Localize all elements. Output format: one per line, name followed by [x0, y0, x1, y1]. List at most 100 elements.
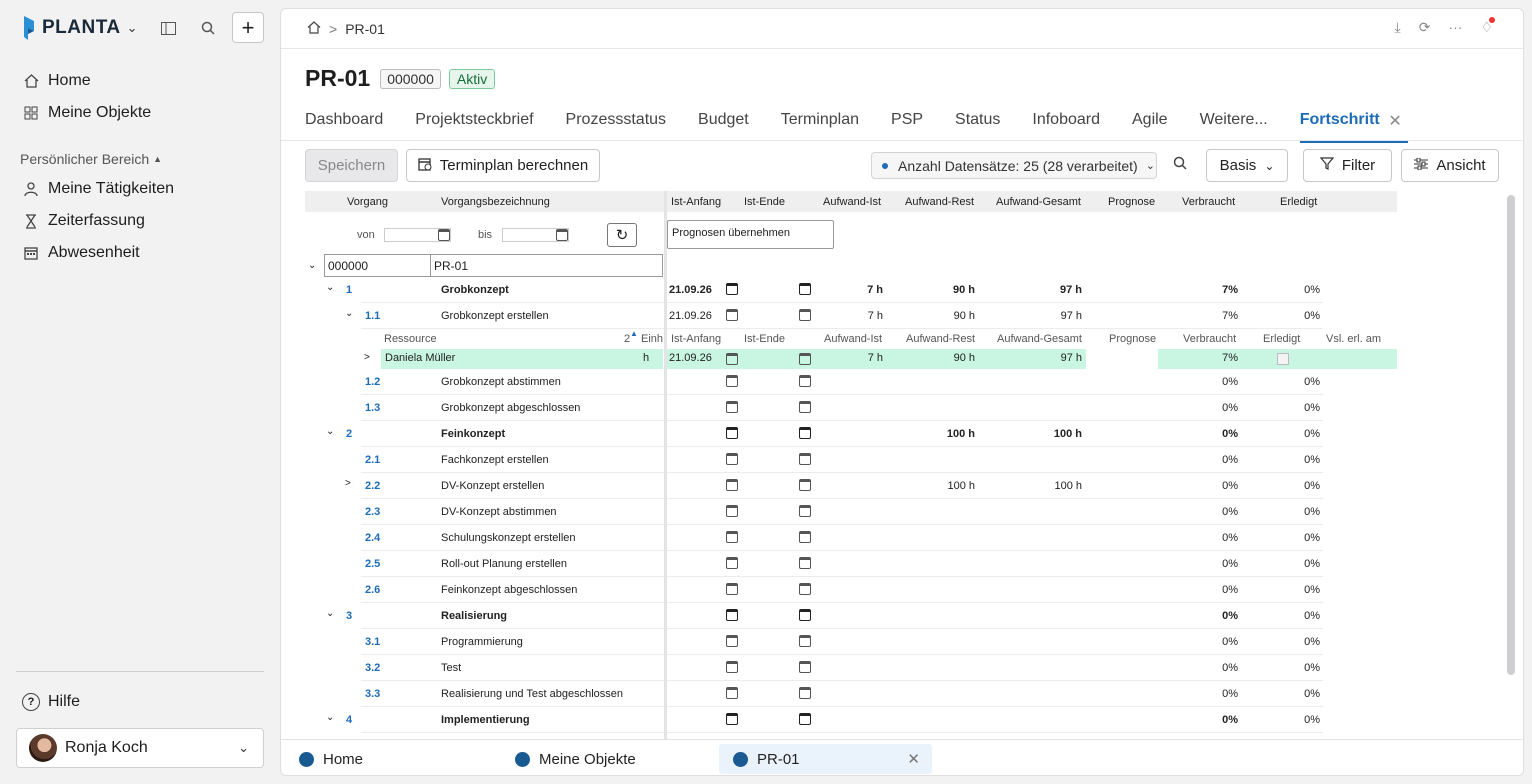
calendar-icon[interactable] [799, 531, 811, 543]
calendar-icon[interactable] [799, 609, 811, 621]
chevron-down-icon[interactable]: ⌄ [326, 426, 334, 437]
calendar-icon[interactable] [799, 283, 811, 295]
calendar-icon[interactable] [556, 229, 568, 241]
bottom-tab-home[interactable]: Home [299, 744, 363, 774]
save-button[interactable]: Speichern [305, 149, 398, 182]
chevron-down-icon[interactable]: ⌄ [326, 608, 334, 619]
resource-ist-anfang[interactable]: 21.09.26 [669, 352, 712, 364]
calendar-icon[interactable] [799, 505, 811, 517]
col-ist-anfang[interactable]: Ist-Anfang [671, 196, 721, 208]
table-row[interactable]: 2.5 Roll-out Planung erstellen 0% 0% [305, 551, 1397, 577]
table-row[interactable]: 3.1 Programmierung 0% 0% [305, 629, 1397, 655]
table-row[interactable]: 2.1 Fachkonzept erstellen 0% 0% [305, 447, 1397, 473]
table-row[interactable]: 2.3 DV-Konzept abstimmen 0% 0% [305, 499, 1397, 525]
search-icon[interactable] [1173, 156, 1187, 175]
calendar-icon[interactable] [726, 427, 738, 439]
calendar-icon[interactable] [799, 661, 811, 673]
tab-dashboard[interactable]: Dashboard [305, 111, 383, 141]
tab-terminplan[interactable]: Terminplan [781, 111, 859, 141]
res-col-aufwand-rest[interactable]: Aufwand-Rest [906, 333, 975, 345]
tab-psp[interactable]: PSP [891, 111, 923, 141]
col-erledigt[interactable]: Erledigt [1280, 196, 1317, 208]
nav-zeiterfassung[interactable]: Zeiterfassung [22, 209, 145, 233]
calendar-icon[interactable] [799, 583, 811, 595]
calendar-icon[interactable] [726, 505, 738, 517]
col-aufwand-ist[interactable]: Aufwand-Ist [823, 196, 881, 208]
basis-dropdown[interactable]: Basis ⌄ [1206, 149, 1288, 182]
chevron-down-icon[interactable]: ⌄ [127, 20, 138, 36]
table-row[interactable]: 1.2 Grobkonzept abstimmen 0% 0% [305, 369, 1397, 395]
personal-section-toggle[interactable]: Persönlicher Bereich ▲ [20, 151, 162, 167]
calc-schedule-button[interactable]: Terminplan berechnen [406, 149, 600, 182]
refresh-filter-button[interactable]: ↻ [607, 223, 637, 247]
calendar-icon[interactable] [726, 283, 738, 295]
refresh-icon[interactable]: ⟳ [1419, 19, 1431, 36]
download-icon[interactable]: ⤓ [1395, 19, 1401, 36]
tab-budget[interactable]: Budget [698, 111, 749, 141]
calendar-icon[interactable] [799, 713, 811, 725]
tab-projektsteckbrief[interactable]: Projektsteckbrief [415, 111, 533, 141]
calendar-icon[interactable] [726, 557, 738, 569]
calendar-icon[interactable] [799, 401, 811, 413]
table-row[interactable]: 2.6 Feinkonzept abgeschlossen 0% 0% [305, 577, 1397, 603]
pane-splitter[interactable] [664, 191, 667, 751]
calendar-icon[interactable] [726, 687, 738, 699]
calendar-icon[interactable] [726, 713, 738, 725]
chevron-down-icon[interactable]: ⌄ [308, 260, 316, 271]
help-link[interactable]: ? Hilfe [22, 693, 80, 711]
search-icon[interactable] [198, 18, 218, 38]
sidebar-toggle-icon[interactable] [158, 18, 178, 38]
filter-button[interactable]: Filter [1303, 149, 1392, 182]
view-button[interactable]: Ansicht [1401, 149, 1499, 182]
chevron-down-icon[interactable]: ⌄ [326, 282, 334, 293]
nav-abwesenheit[interactable]: Abwesenheit [22, 241, 140, 265]
res-col-einh[interactable]: Einh [641, 333, 663, 345]
res-col-ist-ende[interactable]: Ist-Ende [744, 333, 785, 345]
calendar-icon[interactable] [438, 229, 450, 241]
row-ist-anfang[interactable]: 21.09.26 [669, 310, 712, 322]
calendar-icon[interactable] [799, 557, 811, 569]
res-col-aufwand-ist[interactable]: Aufwand-Ist [824, 333, 882, 345]
table-row[interactable]: >2.2 DV-Konzept erstellen 100 h 100 h 0% 0% [305, 473, 1397, 499]
table-row[interactable]: 3.3 Realisierung und Test abgeschlossen 0%… [305, 681, 1397, 707]
close-icon[interactable]: ✕ [1388, 111, 1401, 131]
table-row[interactable]: ⌄ 1.1 Grobkonzept erstellen 21.09.26 7 h 90 h… [305, 303, 1397, 329]
calendar-icon[interactable] [799, 353, 811, 365]
col-verbraucht[interactable]: Verbraucht [1182, 196, 1235, 208]
table-row[interactable]: ⌄ 4 Implementierung 0% 0% [305, 707, 1397, 733]
tab-status[interactable]: Status [955, 111, 1000, 141]
res-col-prognose[interactable]: Prognose [1109, 333, 1156, 345]
add-button[interactable]: + [232, 12, 264, 43]
calendar-icon[interactable] [726, 479, 738, 491]
col-bezeichnung[interactable]: Vorgangsbezeichnung [441, 196, 550, 208]
scrollbar[interactable] [1507, 195, 1515, 675]
res-col-ressource[interactable]: Ressource [384, 333, 437, 345]
tab-weitere[interactable]: Weitere... [1200, 111, 1268, 141]
col-ist-ende[interactable]: Ist-Ende [744, 196, 785, 208]
col-aufwand-rest[interactable]: Aufwand-Rest [905, 196, 974, 208]
chevron-right-icon[interactable]: > [345, 478, 351, 489]
tab-prozessstatus[interactable]: Prozessstatus [566, 111, 666, 141]
nav-taetigkeiten[interactable]: Meine Tätigkeiten [22, 177, 174, 201]
table-row[interactable]: 2.4 Schulungskonzept erstellen 0% 0% [305, 525, 1397, 551]
table-row[interactable]: 3.2 Test 0% 0% [305, 655, 1397, 681]
nav-home[interactable]: Home [22, 69, 91, 93]
calendar-icon[interactable] [726, 531, 738, 543]
calendar-icon[interactable] [799, 375, 811, 387]
calendar-icon[interactable] [799, 687, 811, 699]
calendar-icon[interactable] [799, 309, 811, 321]
calendar-icon[interactable] [799, 427, 811, 439]
calendar-icon[interactable] [799, 453, 811, 465]
calendar-icon[interactable] [726, 453, 738, 465]
table-row[interactable]: ⌄ 2 Feinkonzept 100 h 100 h 0% 0% [305, 421, 1397, 447]
apply-forecast-button[interactable]: Prognosen übernehmen [667, 220, 834, 249]
bottom-tab-objekte[interactable]: Meine Objekte [515, 744, 636, 774]
tab-infoboard[interactable]: Infoboard [1032, 111, 1100, 141]
tab-fortschritt[interactable]: Fortschritt ✕ [1299, 111, 1408, 143]
chevron-right-icon[interactable]: > [364, 352, 370, 363]
col-vorgang[interactable]: Vorgang [347, 196, 388, 208]
breadcrumb-current[interactable]: PR-01 [345, 21, 385, 37]
planta-logo[interactable]: PLANTA ⌄ [22, 14, 138, 42]
calendar-icon[interactable] [726, 635, 738, 647]
res-col-verbraucht[interactable]: Verbraucht [1183, 333, 1236, 345]
